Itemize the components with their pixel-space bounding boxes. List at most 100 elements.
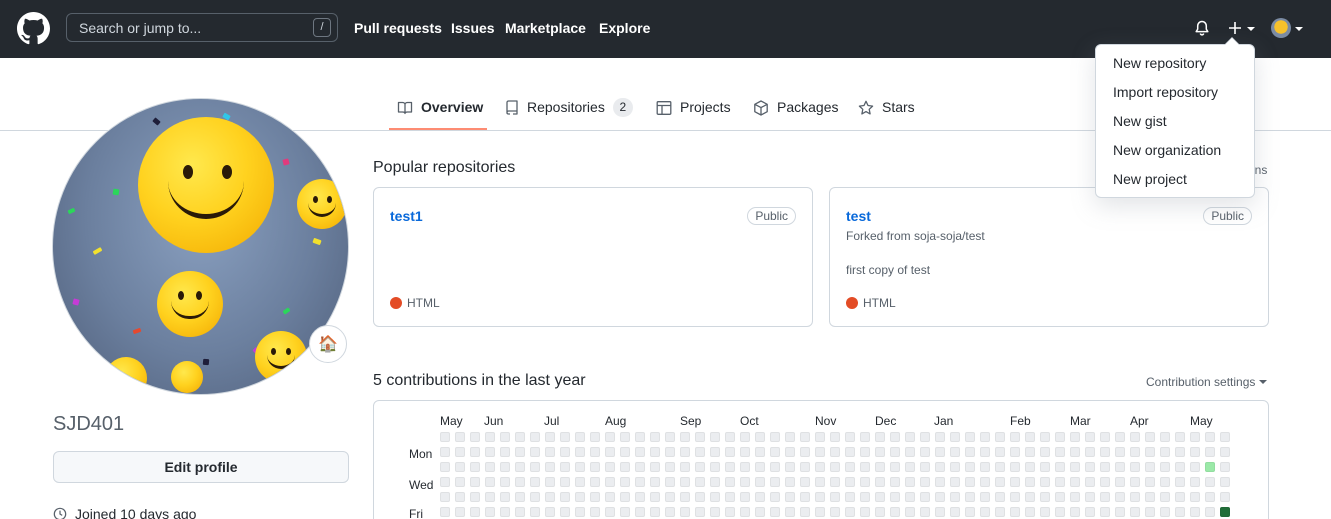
- contribution-day-cell[interactable]: [1040, 447, 1050, 457]
- contribution-day-cell[interactable]: [800, 462, 810, 472]
- contribution-day-cell[interactable]: [980, 507, 990, 517]
- contribution-day-cell[interactable]: [1055, 432, 1065, 442]
- contribution-day-cell[interactable]: [455, 477, 465, 487]
- contribution-day-cell[interactable]: [515, 432, 525, 442]
- repo-name-link[interactable]: test1: [390, 208, 423, 224]
- contribution-day-cell[interactable]: [1190, 477, 1200, 487]
- contribution-day-cell[interactable]: [920, 447, 930, 457]
- contribution-day-cell[interactable]: [815, 507, 825, 517]
- contribution-day-cell[interactable]: [1025, 462, 1035, 472]
- contribution-day-cell[interactable]: [875, 507, 885, 517]
- menu-import-repository[interactable]: Import repository: [1096, 78, 1254, 107]
- contribution-day-cell[interactable]: [770, 492, 780, 502]
- contribution-day-cell[interactable]: [710, 477, 720, 487]
- contribution-day-cell[interactable]: [830, 447, 840, 457]
- contribution-day-cell[interactable]: [710, 492, 720, 502]
- contribution-day-cell[interactable]: [575, 432, 585, 442]
- contribution-day-cell[interactable]: [1115, 507, 1125, 517]
- contribution-day-cell[interactable]: [755, 432, 765, 442]
- contribution-day-cell[interactable]: [455, 447, 465, 457]
- contribution-day-cell[interactable]: [1145, 447, 1155, 457]
- contribution-day-cell[interactable]: [770, 432, 780, 442]
- contribution-day-cell[interactable]: [740, 462, 750, 472]
- tab-projects[interactable]: Projects: [656, 99, 731, 133]
- contribution-day-cell[interactable]: [1115, 477, 1125, 487]
- profile-avatar[interactable]: [52, 98, 349, 395]
- contribution-day-cell[interactable]: [770, 477, 780, 487]
- contribution-day-cell[interactable]: [815, 432, 825, 442]
- contribution-day-cell[interactable]: [530, 492, 540, 502]
- contribution-day-cell[interactable]: [755, 447, 765, 457]
- contribution-day-cell[interactable]: [995, 462, 1005, 472]
- contribution-day-cell[interactable]: [845, 462, 855, 472]
- search-input[interactable]: Search or jump to... /: [66, 13, 338, 42]
- contribution-day-cell[interactable]: [755, 462, 765, 472]
- contribution-day-cell[interactable]: [1100, 432, 1110, 442]
- contribution-day-cell[interactable]: [605, 492, 615, 502]
- contribution-day-cell[interactable]: [890, 492, 900, 502]
- contribution-day-cell[interactable]: [1205, 477, 1215, 487]
- contribution-day-cell[interactable]: [965, 477, 975, 487]
- contribution-day-cell[interactable]: [890, 447, 900, 457]
- contribution-day-cell[interactable]: [680, 477, 690, 487]
- contribution-day-cell[interactable]: [605, 462, 615, 472]
- contribution-day-cell[interactable]: [1190, 507, 1200, 517]
- contribution-day-cell[interactable]: [485, 477, 495, 487]
- contribution-day-cell[interactable]: [1160, 492, 1170, 502]
- contribution-day-cell[interactable]: [740, 507, 750, 517]
- contribution-day-cell[interactable]: [875, 447, 885, 457]
- contribution-day-cell[interactable]: [890, 462, 900, 472]
- contribution-day-cell[interactable]: [890, 477, 900, 487]
- contribution-day-cell[interactable]: [920, 462, 930, 472]
- contribution-day-cell[interactable]: [1070, 492, 1080, 502]
- contribution-day-cell[interactable]: [650, 477, 660, 487]
- menu-new-organization[interactable]: New organization: [1096, 136, 1254, 165]
- contribution-day-cell[interactable]: [515, 462, 525, 472]
- contribution-day-cell[interactable]: [560, 492, 570, 502]
- contribution-day-cell[interactable]: [1175, 492, 1185, 502]
- contribution-day-cell[interactable]: [905, 462, 915, 472]
- contribution-day-cell[interactable]: [920, 507, 930, 517]
- contribution-day-cell[interactable]: [740, 432, 750, 442]
- contribution-day-cell[interactable]: [1025, 507, 1035, 517]
- contribution-day-cell[interactable]: [950, 432, 960, 442]
- contribution-day-cell[interactable]: [920, 432, 930, 442]
- contribution-day-cell[interactable]: [695, 432, 705, 442]
- contribution-day-cell[interactable]: [1205, 507, 1215, 517]
- contribution-day-cell[interactable]: [905, 432, 915, 442]
- contribution-day-cell[interactable]: [1100, 447, 1110, 457]
- contribution-day-cell[interactable]: [1010, 492, 1020, 502]
- contribution-day-cell[interactable]: [995, 477, 1005, 487]
- contribution-day-cell[interactable]: [485, 462, 495, 472]
- contribution-day-cell[interactable]: [800, 477, 810, 487]
- contribution-day-cell[interactable]: [1070, 477, 1080, 487]
- contribution-day-cell[interactable]: [1160, 447, 1170, 457]
- edit-profile-button[interactable]: Edit profile: [53, 451, 349, 483]
- contribution-day-cell[interactable]: [515, 507, 525, 517]
- contribution-day-cell[interactable]: [1025, 477, 1035, 487]
- contribution-day-cell[interactable]: [485, 492, 495, 502]
- contribution-day-cell[interactable]: [1025, 492, 1035, 502]
- contribution-day-cell[interactable]: [605, 432, 615, 442]
- contribution-day-cell[interactable]: [1010, 432, 1020, 442]
- contribution-day-cell[interactable]: [785, 447, 795, 457]
- contribution-day-cell[interactable]: [680, 447, 690, 457]
- contribution-day-cell[interactable]: [995, 492, 1005, 502]
- contribution-day-cell[interactable]: [485, 432, 495, 442]
- contribution-day-cell[interactable]: [545, 492, 555, 502]
- contribution-day-cell[interactable]: [635, 477, 645, 487]
- menu-new-project[interactable]: New project: [1096, 165, 1254, 194]
- contribution-day-cell[interactable]: [575, 492, 585, 502]
- contribution-day-cell[interactable]: [500, 507, 510, 517]
- contribution-day-cell[interactable]: [1190, 492, 1200, 502]
- contribution-day-cell[interactable]: [860, 447, 870, 457]
- contribution-day-cell[interactable]: [1085, 477, 1095, 487]
- contribution-day-cell[interactable]: [935, 492, 945, 502]
- contribution-day-cell[interactable]: [860, 477, 870, 487]
- contribution-day-cell[interactable]: [500, 432, 510, 442]
- contribution-day-cell[interactable]: [590, 477, 600, 487]
- contribution-day-cell[interactable]: [590, 492, 600, 502]
- contribution-day-cell[interactable]: [815, 492, 825, 502]
- contribution-day-cell[interactable]: [965, 432, 975, 442]
- contribution-day-cell[interactable]: [995, 507, 1005, 517]
